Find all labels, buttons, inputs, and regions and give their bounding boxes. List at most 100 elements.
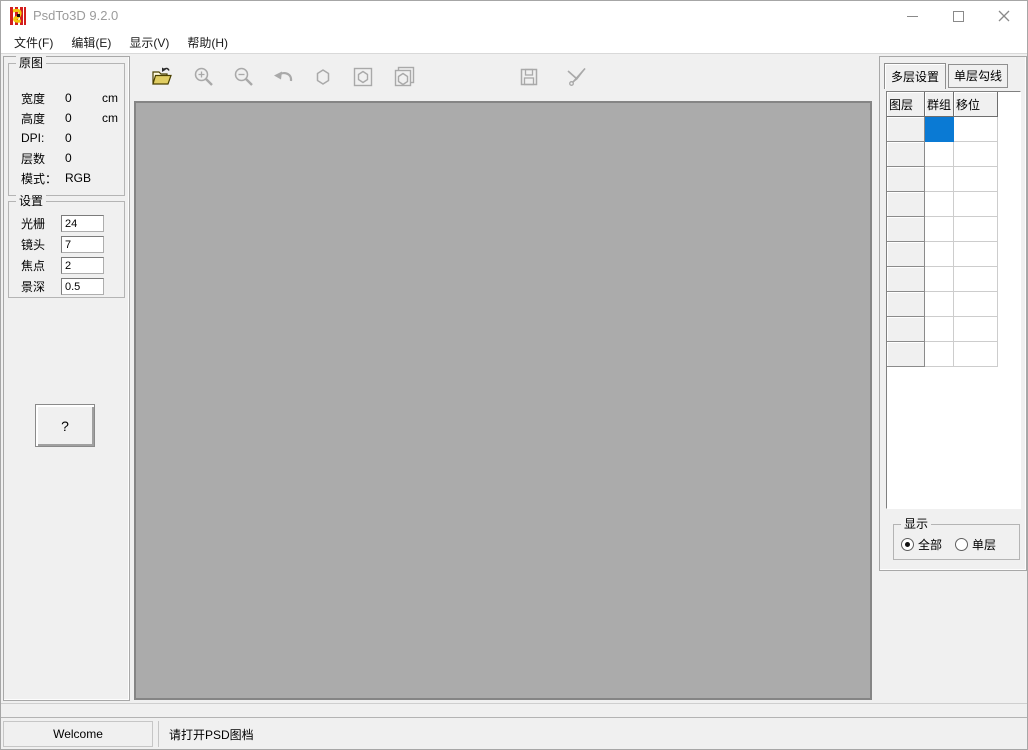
zoom-in-button[interactable] <box>191 64 217 90</box>
grid-cell[interactable] <box>925 342 954 367</box>
minimize-icon <box>907 16 918 17</box>
minimize-button[interactable] <box>889 1 935 31</box>
grid-row <box>887 192 1020 217</box>
grid-selected-cell[interactable] <box>925 117 954 142</box>
menu-edit[interactable]: 编辑(E) <box>62 31 120 54</box>
info-row-width: 宽度 0 cm <box>9 88 124 108</box>
menu-file[interactable]: 文件(F) <box>5 31 62 54</box>
depth-input[interactable] <box>61 278 104 295</box>
grid-cell[interactable] <box>925 317 954 342</box>
save-icon <box>517 65 541 89</box>
grid-cell[interactable] <box>954 167 998 192</box>
save-button[interactable] <box>516 64 542 90</box>
grid-fixed-cell[interactable] <box>887 242 925 267</box>
info-value: 0 <box>65 111 95 125</box>
polygon-button[interactable] <box>310 64 336 90</box>
lens-input[interactable] <box>61 236 104 253</box>
grid-header-layer: 图层 <box>887 92 925 117</box>
info-value: 0 <box>65 131 95 145</box>
help-button[interactable]: ? <box>35 404 95 447</box>
canvas[interactable] <box>134 101 872 700</box>
zoom-out-button[interactable] <box>231 64 257 90</box>
grid-fixed-cell[interactable] <box>887 342 925 367</box>
tab-singlelayer-outline[interactable]: 单层勾线 <box>948 64 1008 88</box>
menu-help[interactable]: 帮助(H) <box>178 31 237 54</box>
grid-cell[interactable] <box>954 117 998 142</box>
grid-fixed-cell[interactable] <box>887 267 925 292</box>
grid-cell[interactable] <box>954 217 998 242</box>
grid-cell[interactable] <box>925 167 954 192</box>
grid-cell[interactable] <box>925 292 954 317</box>
lenticular-input[interactable] <box>61 215 104 232</box>
title-bar: PsdTo3D 9.2.0 <box>1 1 1027 31</box>
close-icon <box>998 10 1010 22</box>
knife-tool-button[interactable] <box>563 64 589 90</box>
grid-row <box>887 167 1020 192</box>
grid-cell[interactable] <box>954 317 998 342</box>
grid-cell[interactable] <box>954 192 998 217</box>
grid-row <box>887 267 1020 292</box>
grid-fixed-cell[interactable] <box>887 117 925 142</box>
settings-group-title: 设置 <box>16 194 46 208</box>
info-row-mode: 模式： RGB <box>9 168 124 188</box>
grid-cell[interactable] <box>954 292 998 317</box>
maximize-button[interactable] <box>935 1 981 31</box>
radio-option-single[interactable]: 单层 <box>955 536 996 553</box>
polygon-stack-icon <box>392 65 416 89</box>
grid-header: 图层 群组 移位 <box>887 92 1020 117</box>
grid-cell[interactable] <box>925 192 954 217</box>
grid-row <box>887 217 1020 242</box>
app-window: PsdTo3D 9.2.0 文件(F) 编辑(E) 显示(V) 帮助(H) 原图… <box>0 0 1028 750</box>
grid-cell[interactable] <box>925 267 954 292</box>
grid-cell[interactable] <box>925 217 954 242</box>
grid-row <box>887 292 1020 317</box>
grid-cell[interactable] <box>954 242 998 267</box>
polygon-icon <box>311 65 335 89</box>
maximize-icon <box>953 11 964 22</box>
grid-rows <box>887 117 1020 367</box>
radio-all-icon <box>901 538 914 551</box>
undo-button[interactable] <box>270 64 296 90</box>
grid-cell[interactable] <box>954 142 998 167</box>
menu-view[interactable]: 显示(V) <box>120 31 178 54</box>
status-bar: Welcome 请打开PSD图档 <box>1 718 1027 750</box>
menu-bar: 文件(F) 编辑(E) 显示(V) 帮助(H) <box>1 31 1027 54</box>
info-value: 0 <box>65 91 95 105</box>
info-row-height: 高度 0 cm <box>9 108 124 128</box>
focus-input[interactable] <box>61 257 104 274</box>
grid-fixed-cell[interactable] <box>887 292 925 317</box>
status-separator <box>158 721 159 747</box>
open-file-button[interactable] <box>148 64 174 90</box>
field-row-depth: 景深 <box>9 276 124 297</box>
display-group-title: 显示 <box>901 517 931 531</box>
grid-row <box>887 242 1020 267</box>
polygon-frame-button[interactable] <box>350 64 376 90</box>
field-label: 焦点 <box>21 257 61 274</box>
polygon-frame-icon <box>351 65 375 89</box>
radio-option-all[interactable]: 全部 <box>901 536 942 553</box>
grid-fixed-cell[interactable] <box>887 167 925 192</box>
grid-cell[interactable] <box>925 242 954 267</box>
grid-row <box>887 117 1020 142</box>
zoom-out-icon <box>232 65 256 89</box>
grid-cell[interactable] <box>925 142 954 167</box>
field-row-focus: 焦点 <box>9 255 124 276</box>
grid-fixed-cell[interactable] <box>887 142 925 167</box>
grid-fixed-cell[interactable] <box>887 217 925 242</box>
info-value: 0 <box>65 151 95 165</box>
grid-cell[interactable] <box>954 267 998 292</box>
undo-icon <box>271 65 295 89</box>
grid-row <box>887 342 1020 367</box>
field-row-lens: 镜头 <box>9 234 124 255</box>
grid-cell[interactable] <box>954 342 998 367</box>
close-button[interactable] <box>981 1 1027 31</box>
grid-fixed-cell[interactable] <box>887 192 925 217</box>
grid-fixed-cell[interactable] <box>887 317 925 342</box>
polygon-stack-button[interactable] <box>391 64 417 90</box>
tab-multilayer-settings[interactable]: 多层设置 <box>884 63 946 89</box>
display-group: 显示 全部 单层 <box>893 524 1020 560</box>
field-label: 景深 <box>21 278 61 295</box>
grid-row <box>887 142 1020 167</box>
original-image-group: 原图 宽度 0 cm 高度 0 cm DPI: 0 层数 0 <box>8 63 125 196</box>
radio-single-icon <box>955 538 968 551</box>
